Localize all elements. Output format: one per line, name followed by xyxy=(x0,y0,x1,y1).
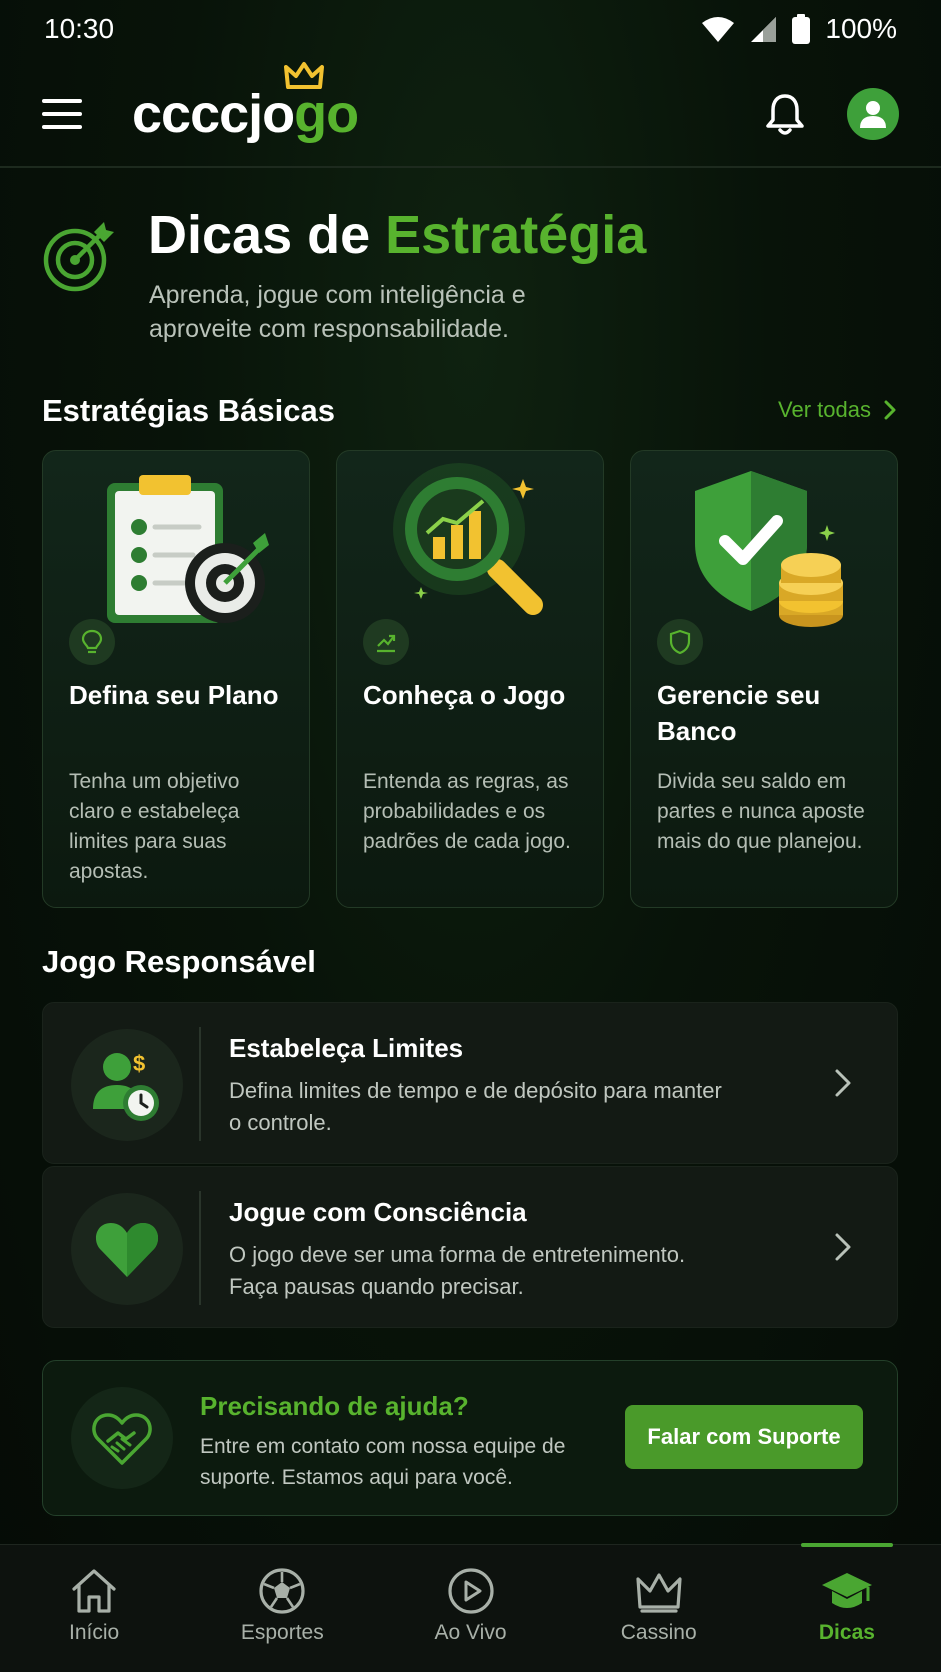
active-indicator xyxy=(800,1543,893,1547)
crown-icon xyxy=(636,1573,682,1613)
bottom-nav: Início Esportes Ao Vivo Cassino Dicas xyxy=(0,1543,941,1672)
nav-item-sports[interactable]: Esportes xyxy=(188,1545,376,1672)
profile-avatar[interactable] xyxy=(847,88,899,140)
logo-text-green: go xyxy=(294,84,359,144)
item-icon-wrap: $ xyxy=(71,1029,183,1141)
item-title: Jogue com Consciência xyxy=(229,1197,527,1227)
see-all-link[interactable]: Ver todas xyxy=(778,397,897,423)
svg-text:$: $ xyxy=(133,1051,145,1076)
chevron-right-icon xyxy=(835,1233,851,1261)
card-description: Entenda as regras, as probabilidades e o… xyxy=(363,770,571,853)
user-icon xyxy=(860,101,886,128)
shield-icon xyxy=(669,629,691,655)
responsible-section-title: Jogo Responsável xyxy=(42,944,316,979)
item-title: Estabeleça Limites xyxy=(229,1033,464,1063)
card-description: Divida seu saldo em partes e nunca apost… xyxy=(657,770,865,853)
shield-coins-illustration xyxy=(695,471,843,627)
status-time: 10:30 xyxy=(44,13,115,44)
crown-icon xyxy=(284,62,324,89)
nav-label: Esportes xyxy=(240,1621,324,1644)
divider xyxy=(199,1027,201,1141)
chevron-right-icon xyxy=(884,400,896,420)
heart-icon xyxy=(95,1223,159,1277)
card-badge xyxy=(657,619,703,665)
menu-icon-bar xyxy=(42,99,82,103)
nav-label: Ao Vivo xyxy=(434,1621,507,1644)
status-bar: 10:30 100% xyxy=(0,0,941,58)
play-circle-icon xyxy=(447,1568,494,1614)
help-description: Entre em contato com nossa equipe de sup… xyxy=(200,1435,566,1489)
divider xyxy=(199,1191,201,1305)
card-title: Conheça o Jogo xyxy=(363,680,566,710)
item-icon-wrap xyxy=(71,1193,183,1305)
strategy-cards: Defina seu Plano Tenha um objetivo claro… xyxy=(42,450,898,908)
trend-chart-icon xyxy=(377,634,396,653)
battery-icon xyxy=(792,14,811,44)
contact-support-button[interactable]: Falar com Suporte xyxy=(625,1405,863,1469)
responsible-list: $ Estabeleça Limites Defina limites de t… xyxy=(42,1002,898,1330)
target-icon xyxy=(43,222,114,292)
user-clock-icon: $ xyxy=(93,1051,159,1121)
strategy-card-game[interactable]: Conheça o Jogo Entenda as regras, as pro… xyxy=(336,450,604,908)
nav-label: Início xyxy=(69,1621,120,1644)
card-badge xyxy=(363,619,409,665)
heart-handshake-icon xyxy=(92,1413,152,1465)
menu-button[interactable] xyxy=(42,90,90,138)
magnifier-chart-illustration xyxy=(393,463,543,615)
logo[interactable]: ccccjogo xyxy=(132,62,359,144)
see-all-label: Ver todas xyxy=(778,397,871,422)
strategies-section-title: Estratégias Básicas xyxy=(42,393,335,428)
nav-label: Cassino xyxy=(620,1621,697,1644)
card-title: Gerencie seu Banco xyxy=(657,680,821,746)
page-subtitle: Aprenda, jogue com inteligência e aprove… xyxy=(149,281,526,343)
graduation-cap-icon xyxy=(821,1573,872,1608)
bell-icon xyxy=(766,94,804,135)
logo-text-white: ccccjo xyxy=(132,84,295,144)
list-item-limits[interactable]: $ Estabeleça Limites Defina limites de t… xyxy=(42,1002,898,1164)
nav-item-live[interactable]: Ao Vivo xyxy=(376,1545,564,1672)
home-icon xyxy=(72,1569,116,1613)
page-title: Dicas de Estratégia xyxy=(148,204,646,266)
item-description: Defina limites de tempo e de depósito pa… xyxy=(229,1078,722,1135)
help-icon-wrap xyxy=(71,1387,173,1489)
wifi-icon xyxy=(702,17,735,42)
signal-icon xyxy=(751,17,777,42)
strategy-card-plan[interactable]: Defina seu Plano Tenha um objetivo claro… xyxy=(42,450,310,908)
menu-icon-bar xyxy=(42,125,82,129)
card-title: Defina seu Plano xyxy=(69,680,279,710)
notifications-button[interactable] xyxy=(759,88,811,140)
strategy-card-bankroll[interactable]: Gerencie seu Banco Divida seu saldo em p… xyxy=(630,450,898,908)
card-description: Tenha um objetivo claro e estabeleça lim… xyxy=(69,770,240,883)
soccer-ball-icon xyxy=(259,1568,305,1614)
item-description: O jogo deve ser uma forma de entretenime… xyxy=(229,1242,686,1299)
clipboard-target-illustration xyxy=(107,475,269,623)
list-item-awareness[interactable]: Jogue com Consciência O jogo deve ser um… xyxy=(42,1166,898,1328)
card-badge xyxy=(69,619,115,665)
battery-percent: 100% xyxy=(825,13,897,44)
nav-item-casino[interactable]: Cassino xyxy=(565,1545,753,1672)
page-title-main: Dicas de xyxy=(148,205,386,265)
status-icons: 100% xyxy=(701,13,897,45)
chevron-right-icon xyxy=(835,1069,851,1097)
menu-icon-bar xyxy=(42,112,82,116)
help-card: Precisando de ajuda? Entre em contato co… xyxy=(42,1360,898,1516)
nav-item-tips[interactable]: Dicas xyxy=(753,1543,941,1672)
nav-label: Dicas xyxy=(818,1621,875,1644)
lightbulb-icon xyxy=(81,629,103,654)
page-title-accent: Estratégia xyxy=(385,205,647,265)
nav-item-home[interactable]: Início xyxy=(0,1545,188,1672)
help-title: Precisando de ajuda? xyxy=(200,1391,469,1421)
app-header: ccccjogo xyxy=(0,62,941,168)
